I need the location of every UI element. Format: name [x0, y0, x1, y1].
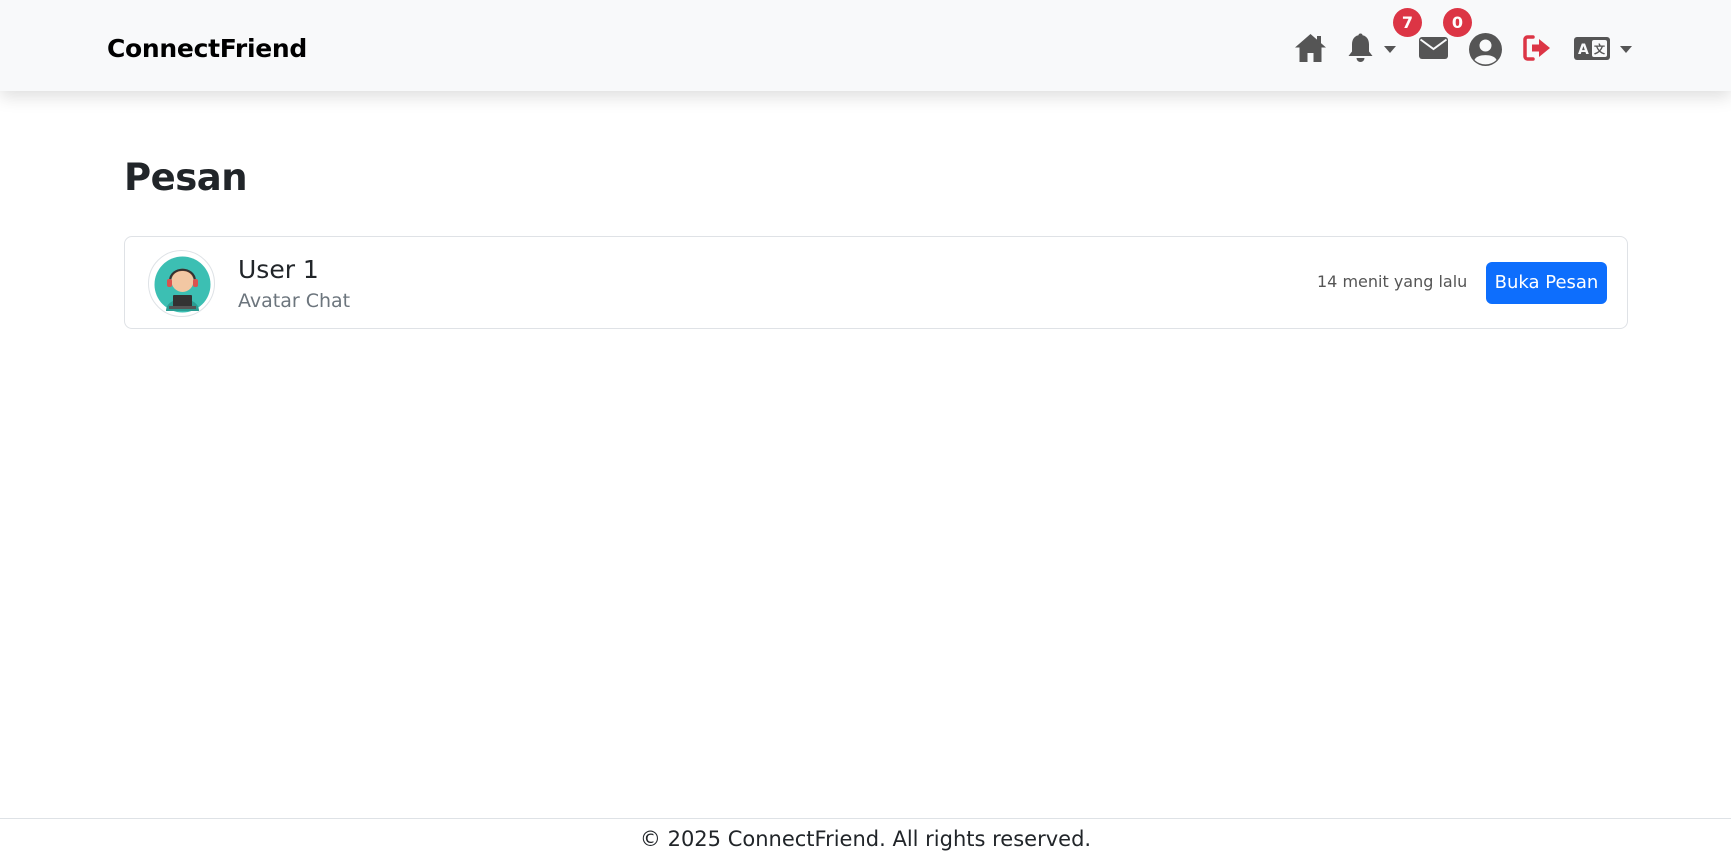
notifications-dropdown-caret[interactable]: [1384, 46, 1396, 53]
footer-copyright: © 2025 ConnectFriend. All rights reserve…: [639, 827, 1092, 851]
footer: © 2025 ConnectFriend. All rights reserve…: [0, 818, 1731, 866]
home-icon[interactable]: [1294, 33, 1327, 63]
logout-icon[interactable]: [1523, 35, 1553, 61]
svg-text:文: 文: [1594, 42, 1606, 56]
message-list-item: User 1 Avatar Chat 14 menit yang lalu Bu…: [124, 236, 1628, 329]
avatar: [148, 250, 215, 317]
language-dropdown-caret[interactable]: [1620, 46, 1632, 53]
user-circle-icon[interactable]: [1469, 33, 1502, 66]
message-subtitle: Avatar Chat: [238, 290, 351, 312]
envelope-icon[interactable]: [1419, 37, 1448, 59]
message-user-name: User 1: [238, 255, 319, 284]
brand-logo[interactable]: ConnectFriend: [107, 34, 307, 63]
page-title: Pesan: [124, 156, 248, 199]
bell-icon[interactable]: [1347, 33, 1374, 64]
messages-badge: 0: [1443, 8, 1472, 37]
svg-text:A: A: [1578, 42, 1589, 58]
message-time: 14 menit yang lalu: [1317, 272, 1468, 291]
notifications-badge: 7: [1393, 8, 1422, 37]
language-icon[interactable]: A 文: [1574, 37, 1610, 60]
open-message-button[interactable]: Buka Pesan: [1486, 262, 1607, 304]
navbar: ConnectFriend 7 0 A 文: [0, 0, 1731, 91]
